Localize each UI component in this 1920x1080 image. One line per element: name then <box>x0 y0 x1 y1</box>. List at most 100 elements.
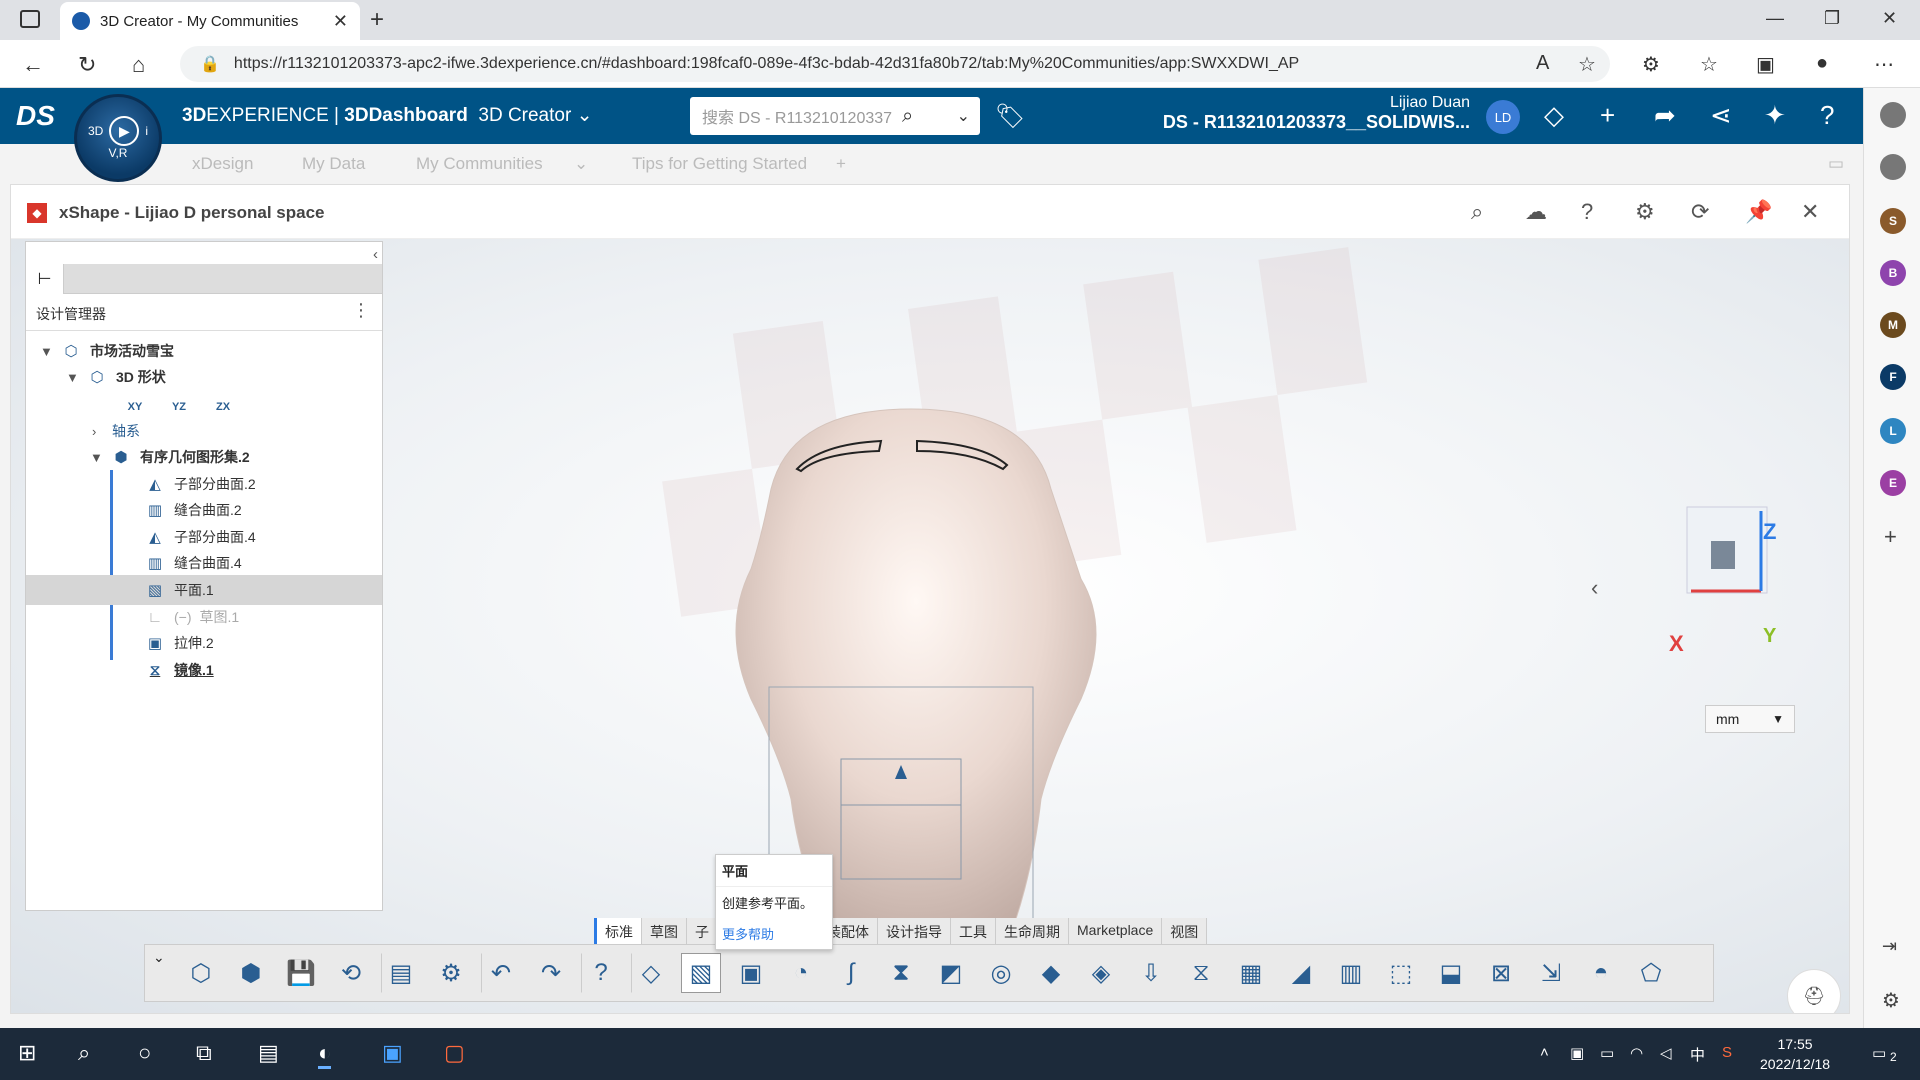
app-c-icon[interactable]: ▢ <box>444 1040 465 1066</box>
settings-icon[interactable]: ⚙ <box>1635 199 1655 225</box>
settings-icon[interactable]: ⚙ <box>431 953 471 993</box>
search-icon[interactable]: ⌕ <box>902 105 913 128</box>
chevron-down-icon[interactable]: ⌄ <box>153 949 165 966</box>
tab-marketplace[interactable]: Marketplace <box>1069 918 1163 944</box>
ime-icon[interactable]: S <box>1722 1044 1732 1061</box>
rail-app-f[interactable]: F <box>1880 364 1906 390</box>
compass-icon[interactable]: 3D ▶ i V,R <box>74 94 162 182</box>
rail-app-e[interactable]: E <box>1880 470 1906 496</box>
home-icon[interactable]: ⌂ <box>132 52 145 78</box>
profile-icon[interactable]: ● <box>1816 52 1828 75</box>
boolean-tool-icon[interactable]: ▥ <box>1331 953 1371 993</box>
battery-icon[interactable]: ▭ <box>1600 1044 1614 1062</box>
rail-icon-1[interactable] <box>1880 102 1906 128</box>
pattern-tool-icon[interactable]: ▦ <box>1231 953 1271 993</box>
help-icon[interactable]: ? <box>1820 100 1834 131</box>
extensions-icon[interactable]: ⚙ <box>1642 52 1660 77</box>
chevron-up-icon[interactable]: ˄ <box>1540 1044 1549 1061</box>
plane-tool-icon[interactable]: ▧ <box>681 953 721 993</box>
favorites-list-icon[interactable]: ☆ <box>1700 52 1718 77</box>
tree-node-plane-1[interactable]: ▧ 平面.1 <box>26 575 382 605</box>
tag-icon[interactable]: 🏷 <box>995 102 1025 131</box>
more-icon[interactable]: ⋯ <box>1874 52 1894 77</box>
primitive-box-icon[interactable]: ◇ <box>631 953 671 993</box>
add-tab-icon[interactable]: + <box>836 154 846 174</box>
extrude-tool-icon[interactable]: ▣ <box>731 953 771 993</box>
add-icon[interactable]: + <box>1600 100 1615 131</box>
edge-icon[interactable]: ◐ <box>318 1040 332 1069</box>
rail-app-l[interactable]: L <box>1880 418 1906 444</box>
cortana-icon[interactable]: ○ <box>138 1040 151 1066</box>
help-icon[interactable]: ? <box>1581 199 1593 225</box>
tree-node-stitch-2[interactable]: ▥ 缝合曲面.2 <box>144 495 242 525</box>
maximize-icon[interactable]: ❐ <box>1824 8 1840 29</box>
help-icon[interactable]: ? <box>581 953 621 993</box>
shell-tool-icon[interactable]: ◎ <box>981 953 1021 993</box>
tab-xdesign[interactable]: xDesign <box>192 154 253 174</box>
expand-icon[interactable]: ▼ <box>66 370 79 385</box>
desktop-app-icon[interactable]: ▤ <box>258 1040 279 1066</box>
measure-tool-icon[interactable]: ⬠ <box>1631 953 1671 993</box>
revolve-tool-icon[interactable]: ◔ <box>781 953 821 993</box>
notification-icon[interactable]: ▭ <box>1872 1044 1886 1062</box>
minimize-icon[interactable]: — <box>1766 8 1784 29</box>
task-view-icon[interactable]: ⧉ <box>196 1040 212 1066</box>
xy-plane-icon[interactable]: XY <box>124 396 146 418</box>
remove-tool-icon[interactable]: ⊠ <box>1481 953 1521 993</box>
zx-plane-icon[interactable]: ZX <box>212 396 234 418</box>
network-icon[interactable]: ⋖ <box>1710 100 1732 131</box>
transform-tool-icon[interactable]: ⬚ <box>1381 953 1421 993</box>
search-icon[interactable]: ⌕ <box>1471 199 1483 225</box>
compass-tools-icon[interactable]: ✦ <box>1764 100 1786 131</box>
chevron-left-icon[interactable]: ‹ <box>1591 575 1598 601</box>
feedback-icon[interactable]: ◇ <box>1544 100 1564 131</box>
tab-view[interactable]: 视图 <box>1162 918 1208 944</box>
orientation-cube[interactable] <box>1681 501 1771 601</box>
windows-start-icon[interactable]: ⊞ <box>18 1040 36 1066</box>
kebab-menu-icon[interactable]: ⋮ <box>352 300 370 321</box>
wifi-icon[interactable]: ◠ <box>1630 1044 1643 1062</box>
manage-icon[interactable]: ▤ <box>381 953 421 993</box>
add-app-icon[interactable]: + <box>1884 524 1897 550</box>
rail-app-b[interactable]: B <box>1880 260 1906 286</box>
tree-node-mirror-1[interactable]: ⧖ 镜像.1 <box>144 655 214 685</box>
tree-node-extrude-2[interactable]: ▣ 拉伸.2 <box>144 628 214 658</box>
browser-tab[interactable]: 3D Creator - My Communities ✕ <box>60 2 360 40</box>
expand-icon[interactable]: ▼ <box>90 450 103 465</box>
back-icon[interactable]: ← <box>22 52 44 78</box>
move-tool-icon[interactable]: ⇲ <box>1531 953 1571 993</box>
section-tool-icon[interactable]: ⬓ <box>1431 953 1471 993</box>
tab-lifecycle[interactable]: 生命周期 <box>996 918 1069 944</box>
tree-node-3dshape[interactable]: ▼ ⬡ 3D 形状 <box>66 362 166 392</box>
avatar[interactable]: LD <box>1486 100 1520 134</box>
input-method-label[interactable]: 中 <box>1690 1044 1705 1065</box>
chat-icon[interactable]: ▭ <box>1828 154 1844 174</box>
mirror-tool-icon[interactable]: ⧖ <box>1181 953 1221 993</box>
sweep-tool-icon[interactable]: ∫ <box>831 953 871 993</box>
new-component-icon[interactable]: ⬡ <box>181 953 221 993</box>
close-window-icon[interactable]: ✕ <box>1882 8 1897 29</box>
share-icon[interactable]: ➦ <box>1654 100 1676 131</box>
url-field[interactable]: 🔒 https://r1132101203373-apc2-ifwe.3dexp… <box>180 46 1610 82</box>
dome-tool-icon[interactable]: ◓ <box>1581 953 1621 993</box>
search-dropdown-icon[interactable]: ⌄ <box>957 106 980 126</box>
pin-icon[interactable]: 📌 <box>1745 199 1772 225</box>
clock[interactable]: 17:55 2022/12/18 <box>1760 1034 1830 1074</box>
sync-icon[interactable]: ⟲ <box>331 953 371 993</box>
outlook-icon[interactable]: ▣ <box>382 1040 403 1066</box>
thicken-tool-icon[interactable]: ◆ <box>1031 953 1071 993</box>
tab-tools[interactable]: 工具 <box>951 918 996 944</box>
rail-app-s[interactable]: S <box>1880 208 1906 234</box>
close-tab-icon[interactable]: ✕ <box>333 11 348 32</box>
split-tool-icon[interactable]: ⇩ <box>1131 953 1171 993</box>
new-tab-icon[interactable]: + <box>370 6 384 34</box>
collections-icon[interactable]: ▣ <box>1756 52 1775 77</box>
refresh-icon[interactable]: ⟳ <box>1691 199 1709 225</box>
settings-icon[interactable]: ⚙ <box>1882 988 1900 1013</box>
user-info[interactable]: Lijiao Duan DS - R1132101203373__SOLIDWI… <box>1100 94 1470 133</box>
tab-sketch[interactable]: 草图 <box>642 918 687 944</box>
yz-plane-icon[interactable]: YZ <box>168 396 190 418</box>
tab-my-data[interactable]: My Data <box>302 154 365 174</box>
ds-logo-icon[interactable]: DS <box>16 100 55 132</box>
read-aloud-icon[interactable]: A <box>1536 52 1549 75</box>
